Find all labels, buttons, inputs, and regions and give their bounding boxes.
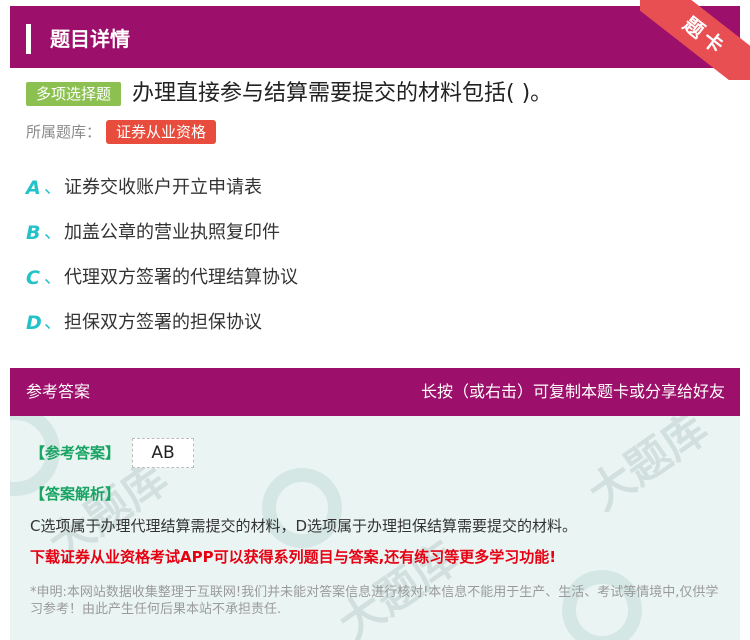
- answer-body: 大题库 大题库 大题库 【参考答案】 AB 【答案解析】 C选项属于办理代理结算…: [10, 416, 740, 640]
- option-letter: C: [26, 267, 40, 289]
- option-letter: A: [26, 177, 41, 199]
- question-text: 办理直接参与结算需要提交的材料包括( )。: [132, 81, 553, 106]
- reference-answer-label: 【参考答案】: [30, 444, 121, 462]
- page-title: 题目详情: [50, 27, 130, 51]
- header-bar: 题目详情: [10, 6, 740, 68]
- option-d[interactable]: D 、 担保双方签署的担保协议: [26, 307, 726, 352]
- answer-section-title: 参考答案: [26, 382, 91, 401]
- header-accent-bar: [26, 24, 31, 54]
- option-separator: 、: [44, 222, 62, 243]
- question-type-badge: 多项选择题: [26, 82, 122, 106]
- answer-header-bar: 参考答案 长按（或右击）可复制本题卡或分享给好友: [10, 368, 740, 416]
- watermark-icon: 大题库: [579, 416, 718, 521]
- app-download-promo[interactable]: 下载证券从业资格考试APP可以获得系列题目与答案,还有练习等更多学习功能!: [30, 546, 556, 568]
- analysis-label: 【答案解析】: [30, 485, 121, 503]
- option-separator: 、: [44, 177, 62, 198]
- option-text: 担保双方签署的担保协议: [64, 312, 262, 333]
- question-bank-label: 所属题库：: [26, 123, 102, 141]
- question-row: 多项选择题 办理直接参与结算需要提交的材料包括( )。: [26, 78, 736, 110]
- option-letter: D: [26, 312, 42, 334]
- ribbon-label: 题卡: [640, 0, 750, 80]
- corner-ribbon: 题卡: [640, 0, 750, 80]
- option-text: 加盖公章的营业执照复印件: [64, 222, 280, 243]
- analysis-text: C选项属于办理代理结算需提交的材料，D选项属于办理担保结算需要提交的材料。: [30, 517, 578, 535]
- option-c[interactable]: C 、 代理双方签署的代理结算协议: [26, 262, 726, 307]
- option-separator: 、: [44, 267, 62, 288]
- option-separator: 、: [44, 312, 62, 333]
- question-bank-tag[interactable]: 证券从业资格: [106, 120, 217, 144]
- option-b[interactable]: B 、 加盖公章的营业执照复印件: [26, 217, 726, 262]
- option-text: 代理双方签署的代理结算协议: [64, 267, 298, 288]
- watermark-icon: 大题库: [329, 532, 468, 640]
- option-a[interactable]: A 、 证券交收账户开立申请表: [26, 172, 726, 217]
- disclaimer-text: *申明:本网站数据收集整理于互联网!我们并未能对答案信息进行核对!本信息不能用于…: [30, 585, 719, 617]
- option-letter: B: [26, 222, 41, 244]
- options-list: A 、 证券交收账户开立申请表 B 、 加盖公章的营业执照复印件 C 、 代理双…: [26, 172, 726, 352]
- share-hint: 长按（或右击）可复制本题卡或分享给好友: [420, 382, 725, 401]
- reference-answer-value: AB: [132, 438, 194, 468]
- option-text: 证券交收账户开立申请表: [64, 177, 262, 198]
